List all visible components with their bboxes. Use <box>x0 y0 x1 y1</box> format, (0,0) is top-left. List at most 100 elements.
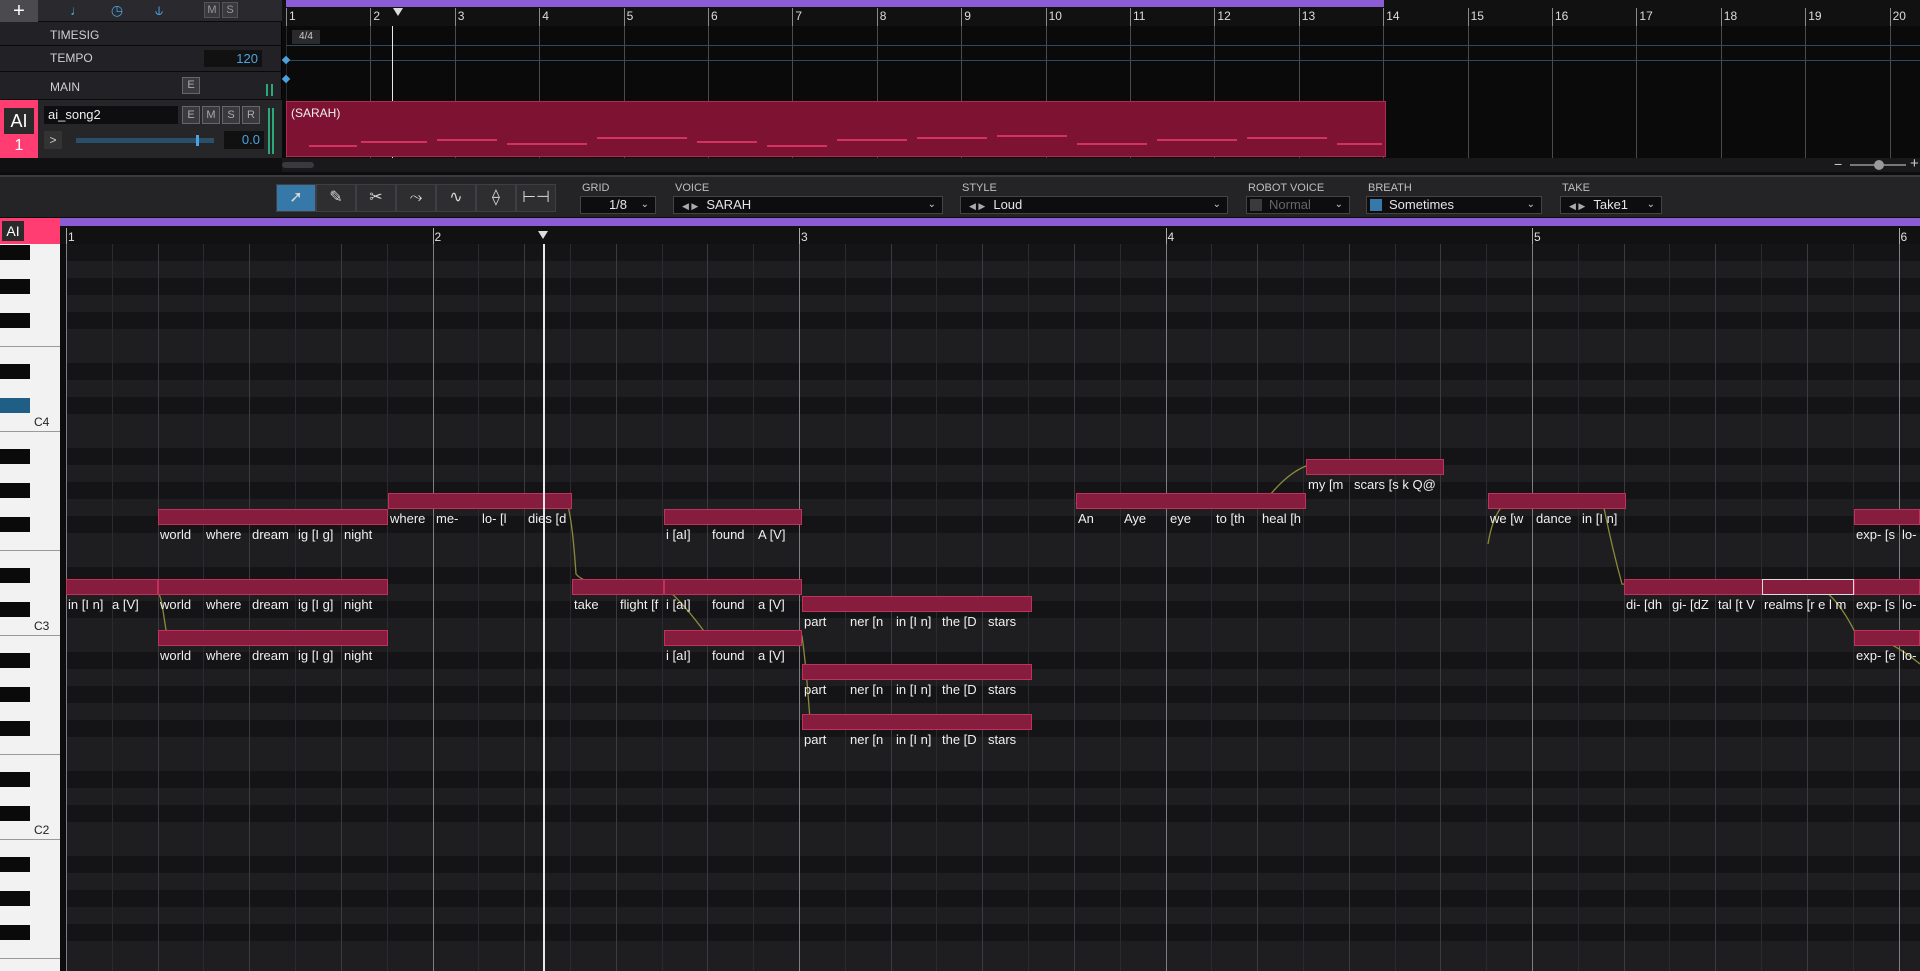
note-lyric[interactable]: flight [f <box>620 597 658 612</box>
grid-select[interactable]: 1/8 ⌄ <box>580 196 656 214</box>
note-lyric[interactable]: lo- [l <box>482 511 507 526</box>
note-lyric[interactable]: lo- <box>1902 527 1916 542</box>
note-lyric[interactable]: in [I n] <box>896 614 931 629</box>
black-key[interactable] <box>0 806 30 821</box>
note-lyric[interactable]: ner [n <box>850 682 883 697</box>
note-lyric[interactable]: where <box>206 597 241 612</box>
zoom-slider-thumb[interactable] <box>1874 160 1884 170</box>
playhead-marker[interactable] <box>393 8 403 16</box>
track-mute-button[interactable]: M <box>202 106 220 124</box>
note-block[interactable] <box>1306 459 1444 475</box>
black-key[interactable] <box>0 364 30 379</box>
pencil-tool-icon[interactable]: ✎ <box>316 184 356 212</box>
black-key[interactable] <box>0 245 30 260</box>
note-block[interactable] <box>158 630 388 646</box>
black-key[interactable] <box>0 449 30 464</box>
note-lyric[interactable]: gi- [dZ <box>1672 597 1709 612</box>
track-record-button[interactable]: R <box>242 106 260 124</box>
note-block[interactable] <box>572 579 664 595</box>
note-lyric[interactable]: in [I n] <box>896 732 931 747</box>
tempo-field[interactable]: 120 <box>204 50 262 67</box>
note-lyric[interactable]: tal [t V <box>1718 597 1755 612</box>
black-key[interactable] <box>0 398 30 413</box>
robot-voice-checkbox[interactable] <box>1250 199 1262 211</box>
volume-slider[interactable] <box>76 135 214 146</box>
pitch-curve[interactable] <box>387 494 665 589</box>
note-lyric[interactable]: the [D <box>942 614 977 629</box>
note-lyric[interactable]: eye <box>1170 511 1191 526</box>
piano-roll-grid[interactable]: in [I n] a [V] world where dream ig [I g] nigh… <box>66 244 1920 971</box>
note-block[interactable] <box>158 579 388 595</box>
note-lyric[interactable]: ig [I g] <box>298 648 333 663</box>
arrange-ruler[interactable]: 1 2 3 4 5 6 7 8 9 10 11 12 13 14 15 16 17 18 19 20 <box>282 0 1920 26</box>
piano-roll-loop-region[interactable] <box>60 218 1920 226</box>
note-lyric[interactable]: A [V] <box>758 527 785 542</box>
timesig-marker[interactable]: 4/4 <box>292 30 320 44</box>
style-select[interactable]: ◀ ▶ Loud ⌄ <box>960 196 1228 214</box>
black-key[interactable] <box>0 653 30 668</box>
scrollbar-thumb[interactable] <box>282 162 314 168</box>
note-lyric[interactable]: dream <box>252 597 289 612</box>
note-lyric[interactable]: in [I n] <box>1582 511 1617 526</box>
arrange-horizontal-scrollbar[interactable]: − + <box>282 155 1920 172</box>
note-lyric[interactable]: world <box>160 597 191 612</box>
note-lyric[interactable]: in [I n] <box>68 597 103 612</box>
note-icon[interactable]: ♩ <box>68 2 86 18</box>
note-block[interactable] <box>66 579 158 595</box>
black-key[interactable] <box>0 568 30 583</box>
black-key[interactable] <box>0 483 30 498</box>
volume-value[interactable]: 0.0 <box>224 131 264 149</box>
note-lyric[interactable]: realms [r e l m <box>1764 597 1846 612</box>
note-lyric[interactable]: dream <box>252 648 289 663</box>
note-lyric[interactable]: dream <box>252 527 289 542</box>
note-lyric[interactable]: ner [n <box>850 614 883 629</box>
vibrato-tool-icon[interactable]: ∿ <box>436 184 476 212</box>
note-lyric[interactable]: night <box>344 527 372 542</box>
note-lyric[interactable]: me- <box>436 511 458 526</box>
ai-track-header[interactable]: AI 1 ai_song2 E M S R > 0.0 <box>0 100 282 158</box>
note-lyric[interactable]: ner [n <box>850 732 883 747</box>
volume-slider-thumb[interactable] <box>196 135 199 146</box>
note-block[interactable] <box>664 579 802 595</box>
clock-icon[interactable]: ◷ <box>108 2 126 18</box>
note-block[interactable] <box>1076 493 1306 509</box>
note-lyric[interactable]: where <box>390 511 425 526</box>
black-key[interactable] <box>0 313 30 328</box>
note-lyric[interactable]: stars <box>988 732 1016 747</box>
note-block[interactable] <box>664 509 802 525</box>
track-solo-button[interactable]: S <box>222 106 240 124</box>
note-block[interactable] <box>1854 630 1920 646</box>
piano-keyboard[interactable]: C4 C3 C2 <box>0 244 60 971</box>
note-lyric[interactable]: world <box>160 648 191 663</box>
breath-select[interactable]: Sometimes ⌄ <box>1366 196 1542 214</box>
pitch-curve-tool-icon[interactable]: ⤳ <box>396 184 436 212</box>
prev-next-icon[interactable]: ◀ ▶ <box>969 201 985 211</box>
note-block[interactable] <box>802 714 1032 730</box>
stretch-tool-icon[interactable]: ⊢⊣ <box>516 184 556 212</box>
note-lyric[interactable]: take <box>574 597 599 612</box>
note-lyric[interactable]: to [th <box>1216 511 1245 526</box>
note-block[interactable] <box>158 509 388 525</box>
black-key[interactable] <box>0 857 30 872</box>
note-lyric[interactable]: world <box>160 527 191 542</box>
note-lyric[interactable]: dies [d <box>528 511 566 526</box>
track-expand-button[interactable]: > <box>44 131 62 149</box>
note-block[interactable] <box>802 596 1032 612</box>
note-lyric[interactable]: found <box>712 648 745 663</box>
note-lyric[interactable]: ig [I g] <box>298 597 333 612</box>
note-block[interactable] <box>1854 579 1920 595</box>
note-lyric[interactable]: the [D <box>942 682 977 697</box>
note-lyric[interactable]: part <box>804 614 826 629</box>
note-lyric[interactable]: i [aI] <box>666 648 691 663</box>
note-block[interactable] <box>802 664 1032 680</box>
note-lyric[interactable]: part <box>804 732 826 747</box>
tuning-fork-icon[interactable]: ⫝ <box>150 2 168 18</box>
note-lyric[interactable]: scars [s k Q@ <box>1354 477 1436 492</box>
note-lyric[interactable]: found <box>712 597 745 612</box>
note-lyric[interactable]: part <box>804 682 826 697</box>
note-lyric[interactable]: i [aI] <box>666 527 691 542</box>
note-lyric[interactable]: dance <box>1536 511 1571 526</box>
timing-tool-icon[interactable]: ⟠ <box>476 184 516 212</box>
main-edit-button[interactable]: E <box>182 77 200 94</box>
note-block[interactable] <box>1488 493 1626 509</box>
